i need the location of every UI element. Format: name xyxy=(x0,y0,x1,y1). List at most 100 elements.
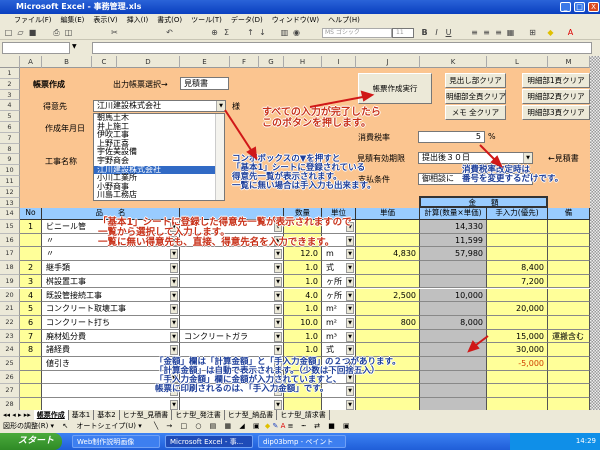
menu-file[interactable]: ファイル(F) xyxy=(14,16,52,24)
font-size-select[interactable]: 11 xyxy=(392,28,414,38)
dropdown-arrow-icon[interactable]: ▼ xyxy=(170,345,178,356)
cut-icon[interactable]: ✂ xyxy=(110,28,119,37)
start-button[interactable]: スタート xyxy=(0,433,62,450)
cell-manual[interactable]: 7,200 xyxy=(487,274,548,289)
row-header[interactable]: 2 xyxy=(0,78,20,90)
cell-manual[interactable] xyxy=(487,288,548,303)
cell-qty[interactable]: 4.0 xyxy=(284,288,322,303)
cell-manual[interactable] xyxy=(487,233,548,248)
assistant-icon[interactable]: ◉ xyxy=(292,28,301,37)
italic-icon[interactable]: I xyxy=(432,28,441,37)
cell-qty[interactable]: 1.0 xyxy=(284,343,322,357)
dropdown-arrow-icon[interactable]: ▼ xyxy=(346,304,354,315)
row-header[interactable]: 25 xyxy=(0,357,20,371)
cell-note[interactable] xyxy=(548,357,590,371)
menu-window[interactable]: ウィンドウ(W) xyxy=(272,16,319,24)
row-header[interactable]: 18 xyxy=(0,261,20,275)
cell-qty[interactable]: 1.0 xyxy=(284,274,322,289)
cell-price[interactable] xyxy=(356,233,420,248)
menu-help[interactable]: ヘルプ(H) xyxy=(328,16,360,24)
row-header[interactable]: 13 xyxy=(0,197,20,209)
new-icon[interactable]: □ xyxy=(4,28,13,37)
cell-note[interactable] xyxy=(548,302,590,316)
dropdown-arrow-icon[interactable]: ▼ xyxy=(274,317,282,328)
column-header[interactable]: H xyxy=(284,56,322,68)
maximize-button[interactable]: □ xyxy=(574,2,585,12)
align-center-icon[interactable]: ≡ xyxy=(482,28,491,37)
validity-select[interactable]: 提出後３０日 ▼ xyxy=(418,152,533,164)
taskbar-item-folder[interactable]: Web制作説明画像 xyxy=(72,435,160,448)
underline-icon[interactable]: U xyxy=(444,28,453,37)
cell-no[interactable]: 3 xyxy=(20,274,42,289)
select-all-corner[interactable] xyxy=(0,56,20,68)
minimize-button[interactable]: _ xyxy=(560,2,571,12)
cell-note[interactable] xyxy=(548,220,590,234)
cell-name[interactable]: コンクリート取壊工事 xyxy=(42,302,180,316)
cell-price[interactable] xyxy=(356,274,420,289)
cell-price[interactable]: 4,830 xyxy=(356,247,420,262)
font-name-select[interactable]: MS ゴシック xyxy=(322,28,392,38)
dropdown-arrow-icon[interactable]: ▼ xyxy=(274,304,282,315)
cell-spec[interactable] xyxy=(180,315,284,330)
hyperlink-icon[interactable]: ⊕ xyxy=(210,28,219,37)
cell-no[interactable]: 8 xyxy=(20,343,42,357)
line-style-icon[interactable]: ≡ ┅ ⇄ ■ ▣ xyxy=(288,422,353,430)
cell-note[interactable] xyxy=(548,370,590,385)
menu-insert[interactable]: 挿入(I) xyxy=(127,16,149,24)
cell-price[interactable] xyxy=(356,302,420,316)
output-type-field[interactable]: 見積書 xyxy=(180,77,229,90)
cell-no[interactable]: 7 xyxy=(20,329,42,344)
cell-spec[interactable] xyxy=(180,247,284,262)
row-header[interactable]: 9 xyxy=(0,154,20,166)
cell-price[interactable]: 2,500 xyxy=(356,288,420,303)
row-header[interactable]: 11 xyxy=(0,176,20,187)
align-right-icon[interactable]: ≡ xyxy=(494,28,503,37)
dropdown-arrow-icon[interactable]: ▼ xyxy=(274,263,282,274)
menu-edit[interactable]: 編集(E) xyxy=(61,16,85,24)
cell-no[interactable] xyxy=(20,370,42,385)
preview-icon[interactable]: ◫ xyxy=(64,28,73,37)
cell-manual[interactable] xyxy=(487,370,548,385)
column-header[interactable]: C xyxy=(92,56,117,68)
bold-icon[interactable]: B xyxy=(420,28,429,37)
column-header[interactable]: B xyxy=(42,56,92,68)
chevron-down-icon[interactable]: ▼ xyxy=(216,101,225,111)
sort-descending-icon[interactable]: ↓ xyxy=(258,28,267,37)
cell-price[interactable] xyxy=(356,329,420,344)
cell-qty[interactable]: 12.0 xyxy=(284,247,322,262)
cell-no[interactable]: 4 xyxy=(20,288,42,303)
cell-price[interactable] xyxy=(356,220,420,234)
row-header[interactable]: 12 xyxy=(0,186,20,198)
cell-note[interactable] xyxy=(548,233,590,248)
taskbar-item-paint[interactable]: dip03bmp - ペイント xyxy=(258,435,346,448)
cell-manual[interactable]: 30,000 xyxy=(487,343,548,357)
column-header[interactable]: M xyxy=(548,56,590,68)
menu-view[interactable]: 表示(V) xyxy=(93,16,117,24)
dropdown-arrow-icon[interactable]: ▼ xyxy=(346,290,354,301)
row-header[interactable]: 15 xyxy=(0,220,20,234)
shape-tools-icon[interactable]: ╲ → □ ○ ▤ ▦ ◢ ▣ xyxy=(154,422,263,430)
taskbar-item-excel[interactable]: Microsoft Excel - 事... xyxy=(165,435,253,448)
sheet-tab[interactable]: ヒナ型_納品書 xyxy=(225,410,278,420)
cell-spec[interactable] xyxy=(180,288,284,303)
tab-scroll-icon[interactable]: ◂◂ ◂ ▸ ▸▸ xyxy=(0,411,34,419)
close-button[interactable]: X xyxy=(588,2,599,12)
align-left-icon[interactable]: ≡ xyxy=(470,28,479,37)
cell-qty[interactable]: 1.0 xyxy=(284,261,322,275)
cell-no[interactable]: 2 xyxy=(20,261,42,275)
cell-no[interactable]: 6 xyxy=(20,315,42,330)
cell-manual[interactable] xyxy=(487,384,548,399)
row-header[interactable]: 17 xyxy=(0,247,20,262)
fill-color-icon[interactable]: ◆ xyxy=(265,422,270,430)
cell-spec[interactable] xyxy=(180,274,284,289)
dropdown-arrow-icon[interactable]: ▼ xyxy=(274,249,282,260)
menu-tools[interactable]: ツール(T) xyxy=(191,16,222,24)
clear-all-pages-button[interactable]: 明細部全頁クリア xyxy=(445,89,506,104)
cell-manual[interactable] xyxy=(487,247,548,262)
cell-name[interactable]: 諸経費 xyxy=(42,343,180,357)
dropdown-arrow-icon[interactable]: ▼ xyxy=(346,249,354,260)
row-header[interactable]: 16 xyxy=(0,233,20,248)
name-box-dropdown-icon[interactable]: ▼ xyxy=(72,43,77,50)
clear-page2-button[interactable]: 明細部2頁クリア xyxy=(522,89,590,104)
customer-combobox[interactable]: 江川建設株式会社 ▼ xyxy=(93,100,226,112)
